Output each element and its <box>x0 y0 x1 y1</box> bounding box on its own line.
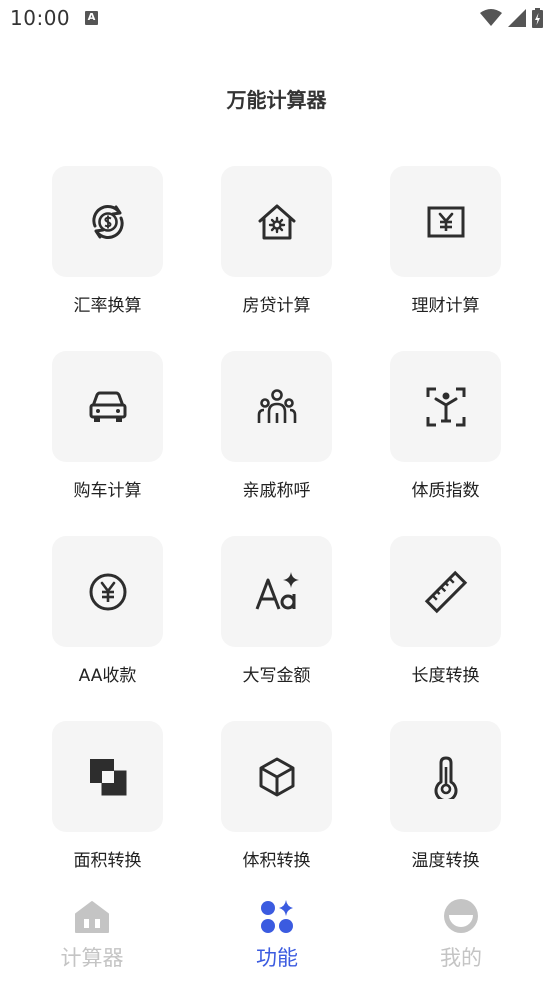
feature-label: 面积转换 <box>73 851 142 871</box>
feature-tile-box[interactable] <box>390 166 501 277</box>
nav-label: 功能 <box>256 946 298 970</box>
nav-item-calculator[interactable]: 计算器 <box>32 890 152 972</box>
feature-tile-aa-split[interactable]: AA收款 <box>52 536 163 686</box>
feature-tile-box[interactable] <box>221 536 332 647</box>
feature-label: 购车计算 <box>73 481 142 501</box>
cube-icon <box>259 757 294 796</box>
apps-icon <box>261 900 293 933</box>
feature-label: 亲戚称呼 <box>242 481 311 501</box>
nav-item-profile[interactable]: 我的 <box>401 890 521 972</box>
status-time: 10:00 <box>10 6 71 30</box>
feature-tile-box[interactable] <box>52 351 163 462</box>
battery-icon <box>532 8 543 28</box>
home-icon <box>75 901 109 933</box>
wifi-icon <box>480 9 502 26</box>
yen-coin-icon <box>89 573 126 610</box>
feature-tile-box[interactable] <box>52 166 163 277</box>
nav-icon-wrap <box>217 890 337 934</box>
status-icons <box>480 8 543 28</box>
feature-tile-bmi[interactable]: 体质指数 <box>390 351 501 501</box>
feature-tile-uppercase-amount[interactable]: 大写金额 <box>221 536 332 686</box>
nav-label: 我的 <box>440 946 482 970</box>
finance-icon <box>427 206 464 237</box>
feature-tile-box[interactable] <box>221 351 332 462</box>
feature-label: 长度转换 <box>411 666 480 686</box>
feature-tile-box[interactable] <box>221 166 332 277</box>
feature-tile-temperature[interactable]: 温度转换 <box>390 721 501 871</box>
feature-label: 汇率换算 <box>73 296 142 316</box>
feature-label: 体积转换 <box>242 851 311 871</box>
feature-label: 理财计算 <box>411 296 480 316</box>
feature-tile-exchange-rate[interactable]: 汇率换算 <box>52 166 163 316</box>
feature-tile-car[interactable]: 购车计算 <box>52 351 163 501</box>
feature-tile-relatives[interactable]: 亲戚称呼 <box>221 351 332 501</box>
currency-exchange-icon <box>91 204 124 239</box>
feature-tile-box[interactable] <box>221 721 332 832</box>
feature-tile-volume[interactable]: 体积转换 <box>221 721 332 871</box>
status-bar: 10:00 A <box>0 0 553 38</box>
feature-tile-box[interactable] <box>390 721 501 832</box>
feature-label: AA收款 <box>78 666 137 686</box>
feature-tile-area[interactable]: 面积转换 <box>52 721 163 871</box>
feature-tile-box[interactable] <box>390 351 501 462</box>
feature-tile-box[interactable] <box>390 536 501 647</box>
house-loan-icon <box>258 204 295 239</box>
signal-icon <box>508 9 526 27</box>
car-icon <box>89 391 126 422</box>
feature-label: 大写金额 <box>242 666 311 686</box>
nav-icon-wrap <box>401 890 521 934</box>
feature-tile-length[interactable]: 长度转换 <box>390 536 501 686</box>
nav-label: 计算器 <box>60 946 124 970</box>
feature-tile-mortgage[interactable]: 房贷计算 <box>221 166 332 316</box>
thermometer-icon <box>434 756 457 799</box>
feature-tile-finance[interactable]: 理财计算 <box>390 166 501 316</box>
ruler-icon <box>424 570 467 613</box>
nav-item-features[interactable]: 功能 <box>217 890 337 972</box>
feature-label: 房贷计算 <box>242 296 311 316</box>
body-scan-icon <box>426 387 465 426</box>
profile-icon <box>444 899 478 933</box>
feature-tile-box[interactable] <box>52 536 163 647</box>
font-case-icon <box>255 571 299 610</box>
notification-a-icon: A <box>85 11 98 25</box>
page-title: 万能计算器 <box>226 88 327 112</box>
feature-label: 温度转换 <box>411 851 480 871</box>
feature-tile-box[interactable] <box>52 721 163 832</box>
family-icon <box>257 388 296 423</box>
area-squares-icon <box>89 758 126 795</box>
feature-label: 体质指数 <box>411 481 480 501</box>
nav-icon-wrap <box>32 890 152 934</box>
bottom-nav: 计算器 功能 我的 <box>0 890 553 984</box>
